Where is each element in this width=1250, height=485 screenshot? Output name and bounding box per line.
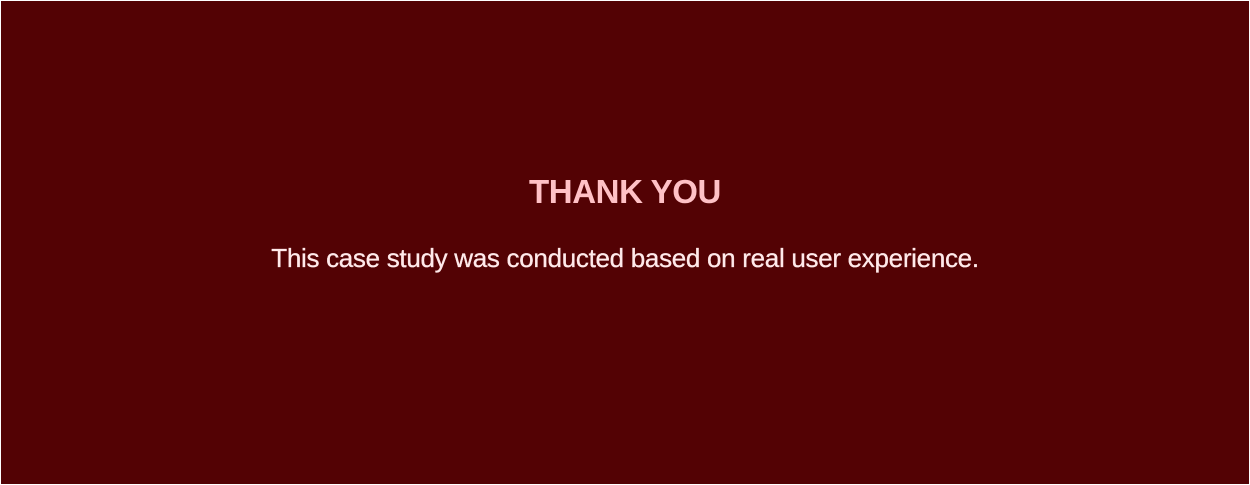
page-title: THANK YOU [529,173,721,210]
thank-you-panel: THANK YOU This case study was conducted … [1,1,1249,484]
page-subtitle: This case study was conducted based on r… [271,243,979,273]
